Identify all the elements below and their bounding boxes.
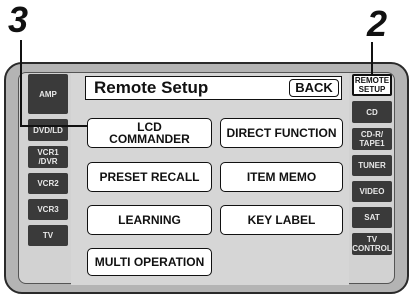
tv-button[interactable]: TV xyxy=(28,225,68,246)
preset-recall-button[interactable]: PRESET RECALL xyxy=(87,162,212,192)
step-3-leader-vertical xyxy=(20,40,22,126)
back-button[interactable]: BACK xyxy=(289,79,339,97)
lcd-commander-button[interactable]: LCD COMMANDER xyxy=(87,118,212,148)
cd-button[interactable]: CD xyxy=(352,101,392,123)
remote-setup-button[interactable]: REMOTE SETUP xyxy=(352,74,392,96)
sat-button[interactable]: SAT xyxy=(352,207,392,228)
item-memo-button[interactable]: ITEM MEMO xyxy=(220,162,343,192)
vcr2-button[interactable]: VCR2 xyxy=(28,173,68,194)
vcr1-dvr-button[interactable]: VCR1 /DVR xyxy=(28,146,68,168)
page-title: Remote Setup xyxy=(94,78,209,97)
cd-r-tape1-button[interactable]: CD-R/ TAPE1 xyxy=(352,128,392,150)
tuner-button[interactable]: TUNER xyxy=(352,155,392,176)
right-source-buttons: REMOTE SETUP CD CD-R/ TAPE1 TUNER VIDEO … xyxy=(352,74,392,255)
dvd-ld-button[interactable]: DVD/LD xyxy=(28,119,68,141)
step-3-leader-horizontal xyxy=(20,125,88,127)
direct-function-button[interactable]: DIRECT FUNCTION xyxy=(220,118,343,148)
amp-button[interactable]: AMP xyxy=(28,74,68,114)
vcr3-button[interactable]: VCR3 xyxy=(28,199,68,220)
key-label-button[interactable]: KEY LABEL xyxy=(220,205,343,235)
tv-control-button[interactable]: TV CONTROL xyxy=(352,233,392,255)
left-source-buttons: AMP DVD/LD VCR1 /DVR VCR2 VCR3 TV xyxy=(28,74,68,246)
step-2-callout: 2 xyxy=(367,3,388,44)
learning-button[interactable]: LEARNING xyxy=(87,205,212,235)
video-button[interactable]: VIDEO xyxy=(352,181,392,202)
step-2-leader-vertical xyxy=(371,42,373,75)
screen-title-bar: Remote Setup BACK xyxy=(85,76,342,100)
multi-operation-button[interactable]: MULTI OPERATION xyxy=(87,248,212,276)
step-3-callout: 3 xyxy=(8,0,29,40)
